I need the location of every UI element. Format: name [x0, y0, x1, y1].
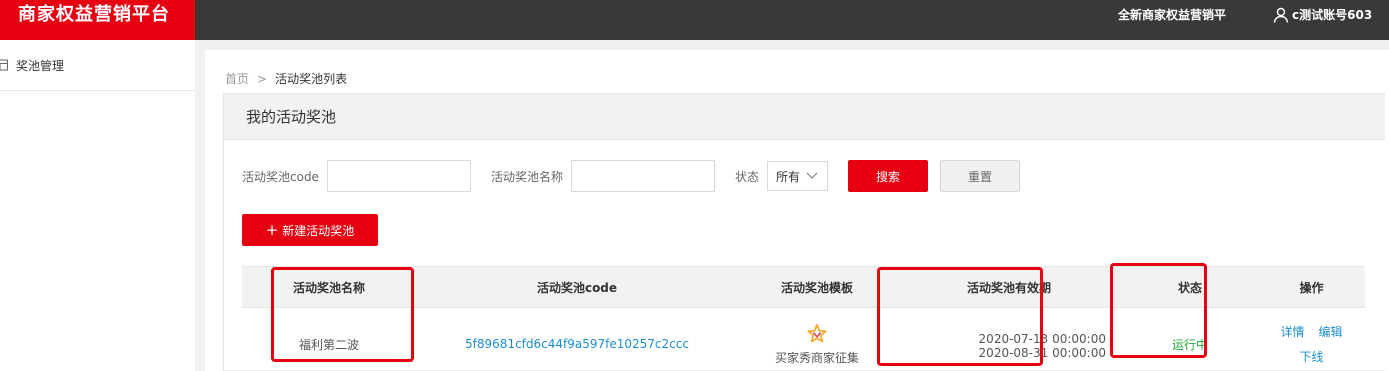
- sidebar: 奖池管理: [0, 40, 195, 371]
- offline-link[interactable]: 下线: [1299, 348, 1323, 365]
- chevron-down-icon: [806, 172, 818, 179]
- pool-template-name: 买家秀商家征集: [774, 350, 859, 365]
- status-select[interactable]: 所有: [766, 161, 828, 191]
- grid-icon: [0, 59, 8, 71]
- column-header: 操作: [1299, 280, 1324, 295]
- filter-bar: 活动奖池code 活动奖池名称 状态 所有 搜索 重置: [242, 160, 1020, 192]
- username: c测试账号603: [1292, 8, 1373, 22]
- breadcrumb: 首页 > 活动奖池列表: [225, 70, 347, 87]
- plus-icon: +: [265, 221, 279, 239]
- search-button[interactable]: 搜索: [847, 160, 928, 192]
- chevron-right-icon: >: [257, 71, 268, 86]
- actions-cell: 详情 编辑 下线: [1258, 308, 1365, 370]
- star-badge-icon: [807, 323, 827, 342]
- detail-link[interactable]: 详情: [1280, 323, 1304, 340]
- panel-title: 我的活动奖池: [224, 94, 1385, 140]
- new-prize-pool-label: 新建活动奖池: [282, 223, 355, 238]
- pool-template-cell: 买家秀商家征集: [738, 308, 896, 370]
- row-actions: 详情 编辑 下线: [1280, 323, 1342, 365]
- reset-button[interactable]: 重置: [939, 160, 1020, 192]
- new-prize-pool-button[interactable]: + 新建活动奖池: [242, 214, 378, 246]
- code-filter-label: 活动奖池code: [242, 169, 319, 184]
- sidebar-item-prize-pool[interactable]: 奖池管理: [0, 40, 195, 91]
- brand-title[interactable]: 商家权益营销平台: [0, 0, 195, 40]
- highlight-box-status: [1110, 263, 1207, 358]
- edit-link[interactable]: 编辑: [1319, 323, 1343, 340]
- column-header: 活动奖池模板: [780, 280, 853, 295]
- highlight-box-name: [271, 267, 414, 362]
- top-bar: 商家权益营销平台 全新商家权益营销平台 c测试账号603: [0, 0, 1389, 40]
- status-filter-label: 状态: [734, 169, 759, 184]
- highlight-box-validity: [877, 267, 1043, 366]
- row-actions-top: 详情 编辑: [1280, 323, 1342, 340]
- code-filter-input[interactable]: [326, 160, 471, 192]
- breadcrumb-home[interactable]: 首页: [225, 70, 249, 87]
- pool-code-link[interactable]: 5f89681cfd6c44f9a597fe10257c2ccc: [465, 337, 689, 351]
- top-nav-item[interactable]: 全新商家权益营销平台: [1118, 6, 1226, 23]
- user-icon: [1273, 7, 1289, 23]
- status-select-value: 所有: [775, 169, 800, 184]
- pool-code-cell: 5f89681cfd6c44f9a597fe10257c2ccc: [416, 308, 738, 370]
- breadcrumb-current: 活动奖池列表: [275, 72, 348, 86]
- sidebar-item-label: 奖池管理: [16, 58, 65, 73]
- name-filter-input[interactable]: [570, 160, 715, 192]
- user-menu[interactable]: c测试账号603: [1273, 6, 1372, 23]
- column-header: 活动奖池code: [536, 280, 618, 295]
- name-filter-label: 活动奖池名称: [490, 169, 563, 184]
